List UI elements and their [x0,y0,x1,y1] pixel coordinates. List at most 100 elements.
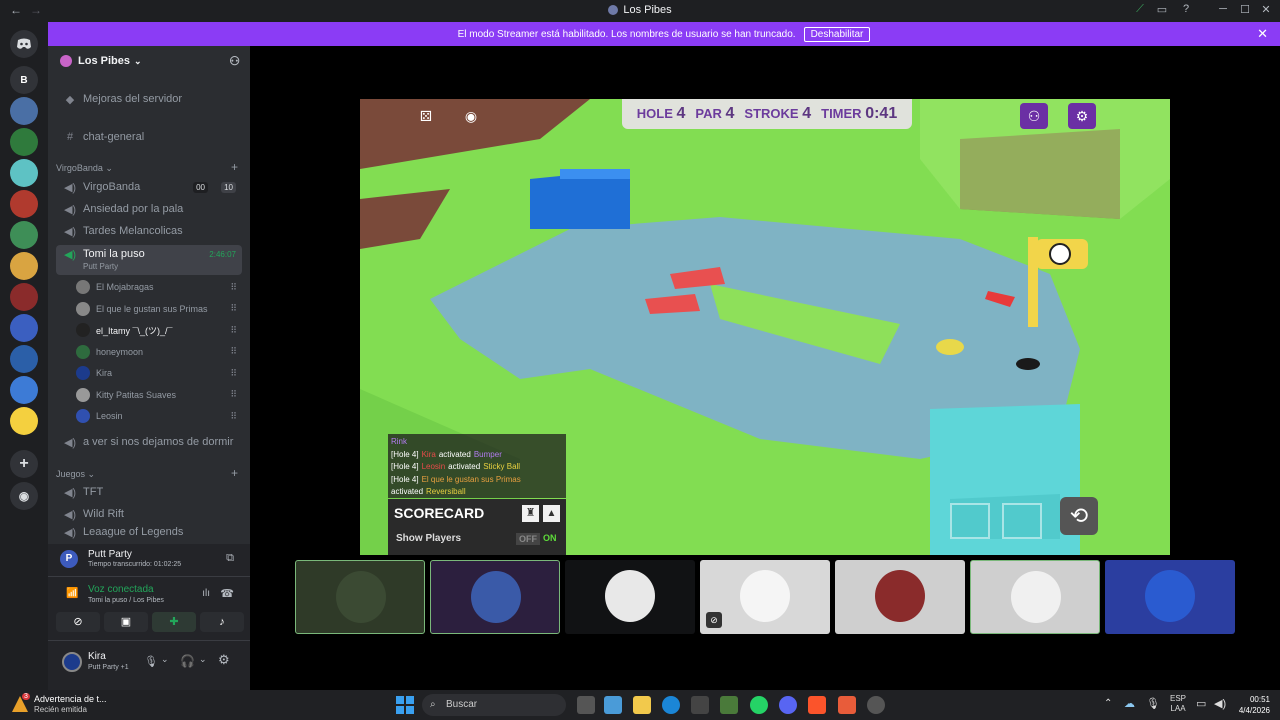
voice-member[interactable]: El que le gustan sus Primas ⠿ [76,299,242,319]
voice-channel-active[interactable]: ◀) Tomi la puso Putt Party 2:46:07 [56,245,242,275]
headphones-icon[interactable]: 🎧 [180,654,195,668]
server-icon[interactable] [10,376,38,404]
participant-tile[interactable] [1105,560,1235,634]
maximize-button[interactable]: ☐ [1237,3,1253,16]
store-icon[interactable] [691,696,709,714]
disconnect-icon[interactable]: ☎ [220,587,234,600]
server-icon[interactable] [10,407,38,435]
server-icon[interactable] [10,283,38,311]
channel-mejoras[interactable]: ◆ Mejoras del servidor [56,89,242,109]
mic-tray-icon[interactable]: 🎙 [1146,697,1160,710]
tray-chevron-icon[interactable]: ⌃ [1104,698,1112,709]
file-explorer-icon[interactable] [633,696,651,714]
voice-member[interactable]: honeymoon ⠿ [76,342,242,362]
participant-tile[interactable]: ⊘ [700,560,830,634]
voice-channel-tardes[interactable]: ◀) Tardes Melancolicas [56,221,242,241]
close-button[interactable]: ✕ [1258,3,1274,16]
chevron-down-icon[interactable]: ⌄ [199,654,207,665]
help-icon[interactable]: ? [1178,3,1194,15]
voice-channel-ansiedad[interactable]: ◀) Ansiedad por la pala [56,199,242,219]
minecraft-icon[interactable] [720,696,738,714]
participant-tile[interactable] [835,560,965,634]
clock[interactable]: 00:51 4/4/2026 [1232,694,1270,716]
server-icon[interactable] [10,159,38,187]
server-icon[interactable] [10,190,38,218]
invite-icon[interactable]: ⚇ [229,54,240,68]
voice-channel-dormir[interactable]: ◀) a ver si nos dejamos de dormir [56,432,242,452]
server-icon[interactable] [10,97,38,125]
participant-tile[interactable] [970,560,1100,634]
category-virgobanda[interactable]: VirgoBanda ⌄ [56,163,113,174]
voice-channel-lol[interactable]: ◀) Leaague of Legends [56,526,242,540]
voice-member[interactable]: el_Itamy ¯\_(ツ)_/¯ ⠿ [76,320,242,340]
add-server-icon[interactable]: + [10,450,38,478]
participant-tile[interactable] [430,560,560,634]
network-icon[interactable]: ▭ [1196,697,1206,710]
add-channel-icon[interactable]: + [231,160,238,174]
voice-member[interactable]: Leosin ⠿ [76,406,242,426]
brave-icon[interactable] [808,696,826,714]
minimize-button[interactable]: ─ [1215,3,1231,15]
category-juegos[interactable]: Juegos ⌄ [56,469,95,480]
voice-member[interactable]: Kira ⠿ [76,363,242,383]
camera-off-button[interactable]: ⊘ [56,612,100,632]
nitro-icon[interactable]: ⟋ [1132,3,1148,16]
close-icon[interactable]: ✕ [1257,26,1268,42]
server-icon[interactable] [10,314,38,342]
item-slot[interactable] [1002,503,1042,539]
discord-home-icon[interactable] [10,30,38,58]
settings-gear-icon[interactable]: ⚙ [218,652,230,668]
chrome-icon[interactable] [867,696,885,714]
server-icon[interactable]: B [10,66,38,94]
notification-title[interactable]: Advertencia de t... [34,694,107,704]
show-players-off[interactable]: OFF [516,533,540,545]
server-icon[interactable] [10,128,38,156]
podcast-icon[interactable] [838,696,856,714]
trophy-icon[interactable]: ♜ [522,505,539,522]
chevron-down-icon[interactable]: ⌄ [161,654,169,665]
server-icon[interactable] [10,252,38,280]
windows-start-icon[interactable] [396,696,414,714]
edge-icon[interactable] [662,696,680,714]
item-slot[interactable] [950,503,990,539]
reset-icon[interactable]: ⟲ [1060,497,1098,535]
noise-suppression-icon[interactable]: ılı [202,588,210,599]
discord-taskbar-icon[interactable] [779,696,797,714]
voice-channel-wildrift[interactable]: ◀) Wild Rift [56,504,242,524]
activity-popout-icon[interactable]: ⧉ [226,552,234,565]
avatar[interactable] [62,652,82,672]
voice-channel-virgobanda[interactable]: ◀) VirgoBanda 00 10 [56,177,242,197]
whatsapp-icon[interactable] [750,696,768,714]
putt-party-game[interactable]: HOLE 4 PAR 4 STROKE 4 TIMER 0:41 ⚄ ◉ ⚇ ⚙… [360,99,1170,555]
server-header[interactable]: Los Pibes ⌄ ⚇ [48,46,250,76]
discover-icon[interactable]: ◉ [10,482,38,510]
participant-tile[interactable] [565,560,695,634]
server-icon[interactable] [10,221,38,249]
show-players-on[interactable]: ON [543,533,557,543]
copilot-icon[interactable] [604,696,622,714]
soundboard-button[interactable]: ♪ [200,612,244,632]
add-channel-icon[interactable]: + [231,466,238,480]
taskbar-search[interactable]: ⌕ Buscar [422,694,566,716]
channel-chat-general[interactable]: # chat-general [56,127,242,147]
activities-button[interactable]: ✚ [152,612,196,632]
add-player-icon[interactable]: ⚇ [1020,103,1048,129]
voice-member[interactable]: Kitty Patitas Suaves ⠿ [76,385,242,405]
voice-member[interactable]: El Mojabragas ⠿ [76,277,242,297]
camera-toggle-icon[interactable]: ⚄ [412,103,440,129]
task-view-icon[interactable] [577,696,595,714]
participant-tile[interactable] [295,560,425,634]
inbox-icon[interactable]: ▭ [1154,3,1170,16]
game-settings-gear-icon[interactable]: ⚙ [1068,103,1096,129]
disable-streamer-button[interactable]: Deshabilitar [803,26,871,42]
expand-up-icon[interactable]: ▲ [543,505,560,522]
language-indicator[interactable]: ESP LAA [1170,694,1186,714]
voice-channel-tft[interactable]: ◀) TFT [56,482,242,502]
view-icon[interactable]: ◉ [457,103,485,129]
microphone-icon[interactable]: 🎙 [144,655,158,668]
share-screen-button[interactable]: ▣ [104,612,148,632]
voice-channel-path[interactable]: Tomi la puso / Los Pibes [88,597,164,604]
volume-icon[interactable]: ◀) [1214,697,1226,710]
onedrive-icon[interactable]: ☁ [1124,697,1135,710]
server-icon[interactable] [10,345,38,373]
